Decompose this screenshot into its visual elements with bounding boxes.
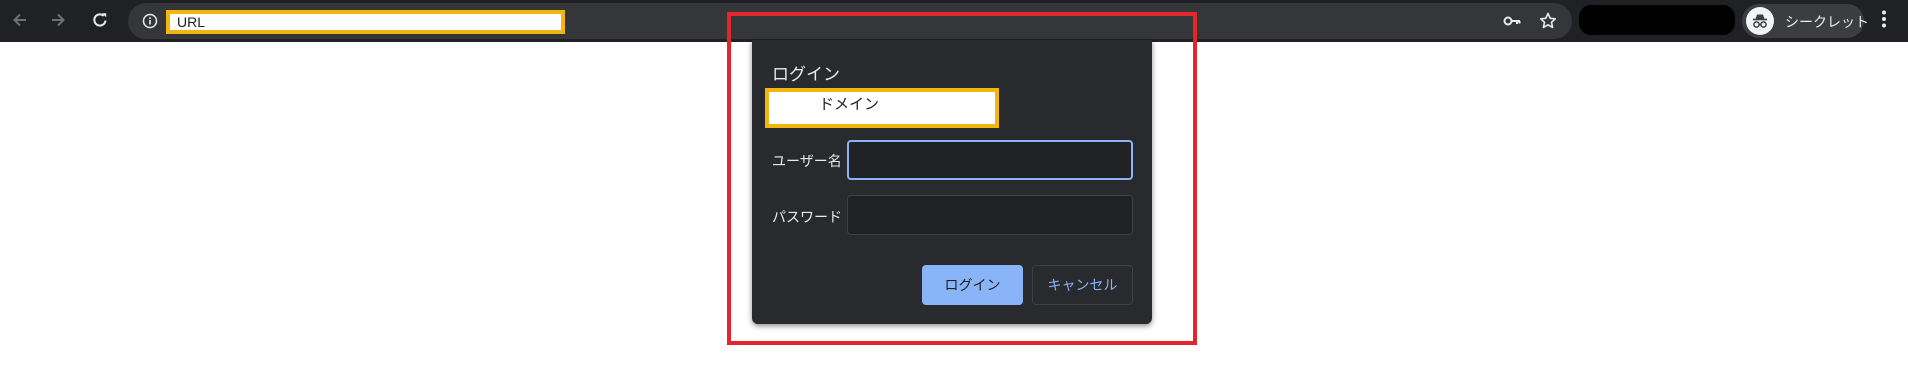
- info-icon[interactable]: [140, 11, 160, 31]
- reload-button[interactable]: [84, 4, 116, 36]
- arrow-left-icon: [10, 10, 30, 30]
- annotation-frame: [727, 12, 1197, 345]
- incognito-label: シークレット: [1785, 14, 1869, 30]
- redacted-area: [1579, 5, 1735, 35]
- browser-window: URL シークレット ログイン ドメイン ユーザー名 パスワード ログイン キャ…: [0, 0, 1908, 375]
- forward-button[interactable]: [42, 4, 74, 36]
- more-vert-icon: [1881, 9, 1887, 34]
- incognito-icon: [1746, 7, 1774, 35]
- back-button[interactable]: [4, 4, 36, 36]
- menu-button[interactable]: [1872, 6, 1896, 36]
- star-icon[interactable]: [1536, 9, 1560, 33]
- arrow-right-icon: [48, 10, 68, 30]
- key-icon[interactable]: [1500, 9, 1524, 33]
- incognito-profile-button[interactable]: シークレット: [1742, 4, 1869, 38]
- reload-icon: [90, 10, 110, 30]
- url-text[interactable]: URL: [166, 10, 565, 34]
